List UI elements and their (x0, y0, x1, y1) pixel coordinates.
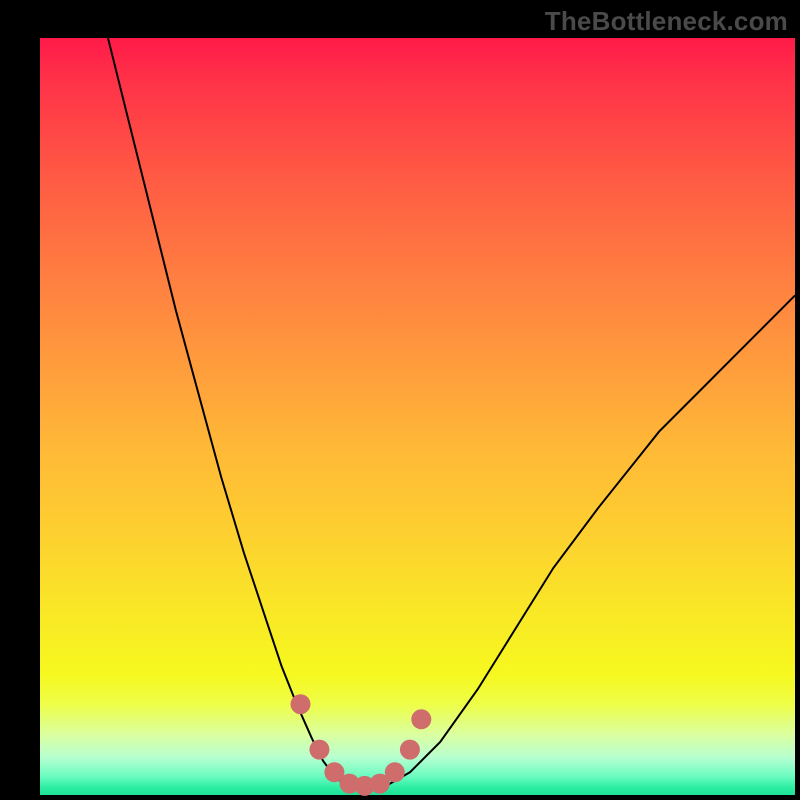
marker-dot (309, 740, 329, 760)
bottleneck-curve (108, 38, 795, 787)
chart-svg (40, 38, 795, 795)
marker-dot (291, 694, 311, 714)
watermark-label: TheBottleneck.com (545, 6, 788, 37)
curve-path (108, 38, 795, 787)
outer-frame: TheBottleneck.com (0, 0, 800, 800)
marker-dot (400, 740, 420, 760)
marker-dot (411, 709, 431, 729)
marker-dot (385, 762, 405, 782)
optimal-zone-markers (291, 694, 432, 796)
plot-area (40, 38, 795, 795)
